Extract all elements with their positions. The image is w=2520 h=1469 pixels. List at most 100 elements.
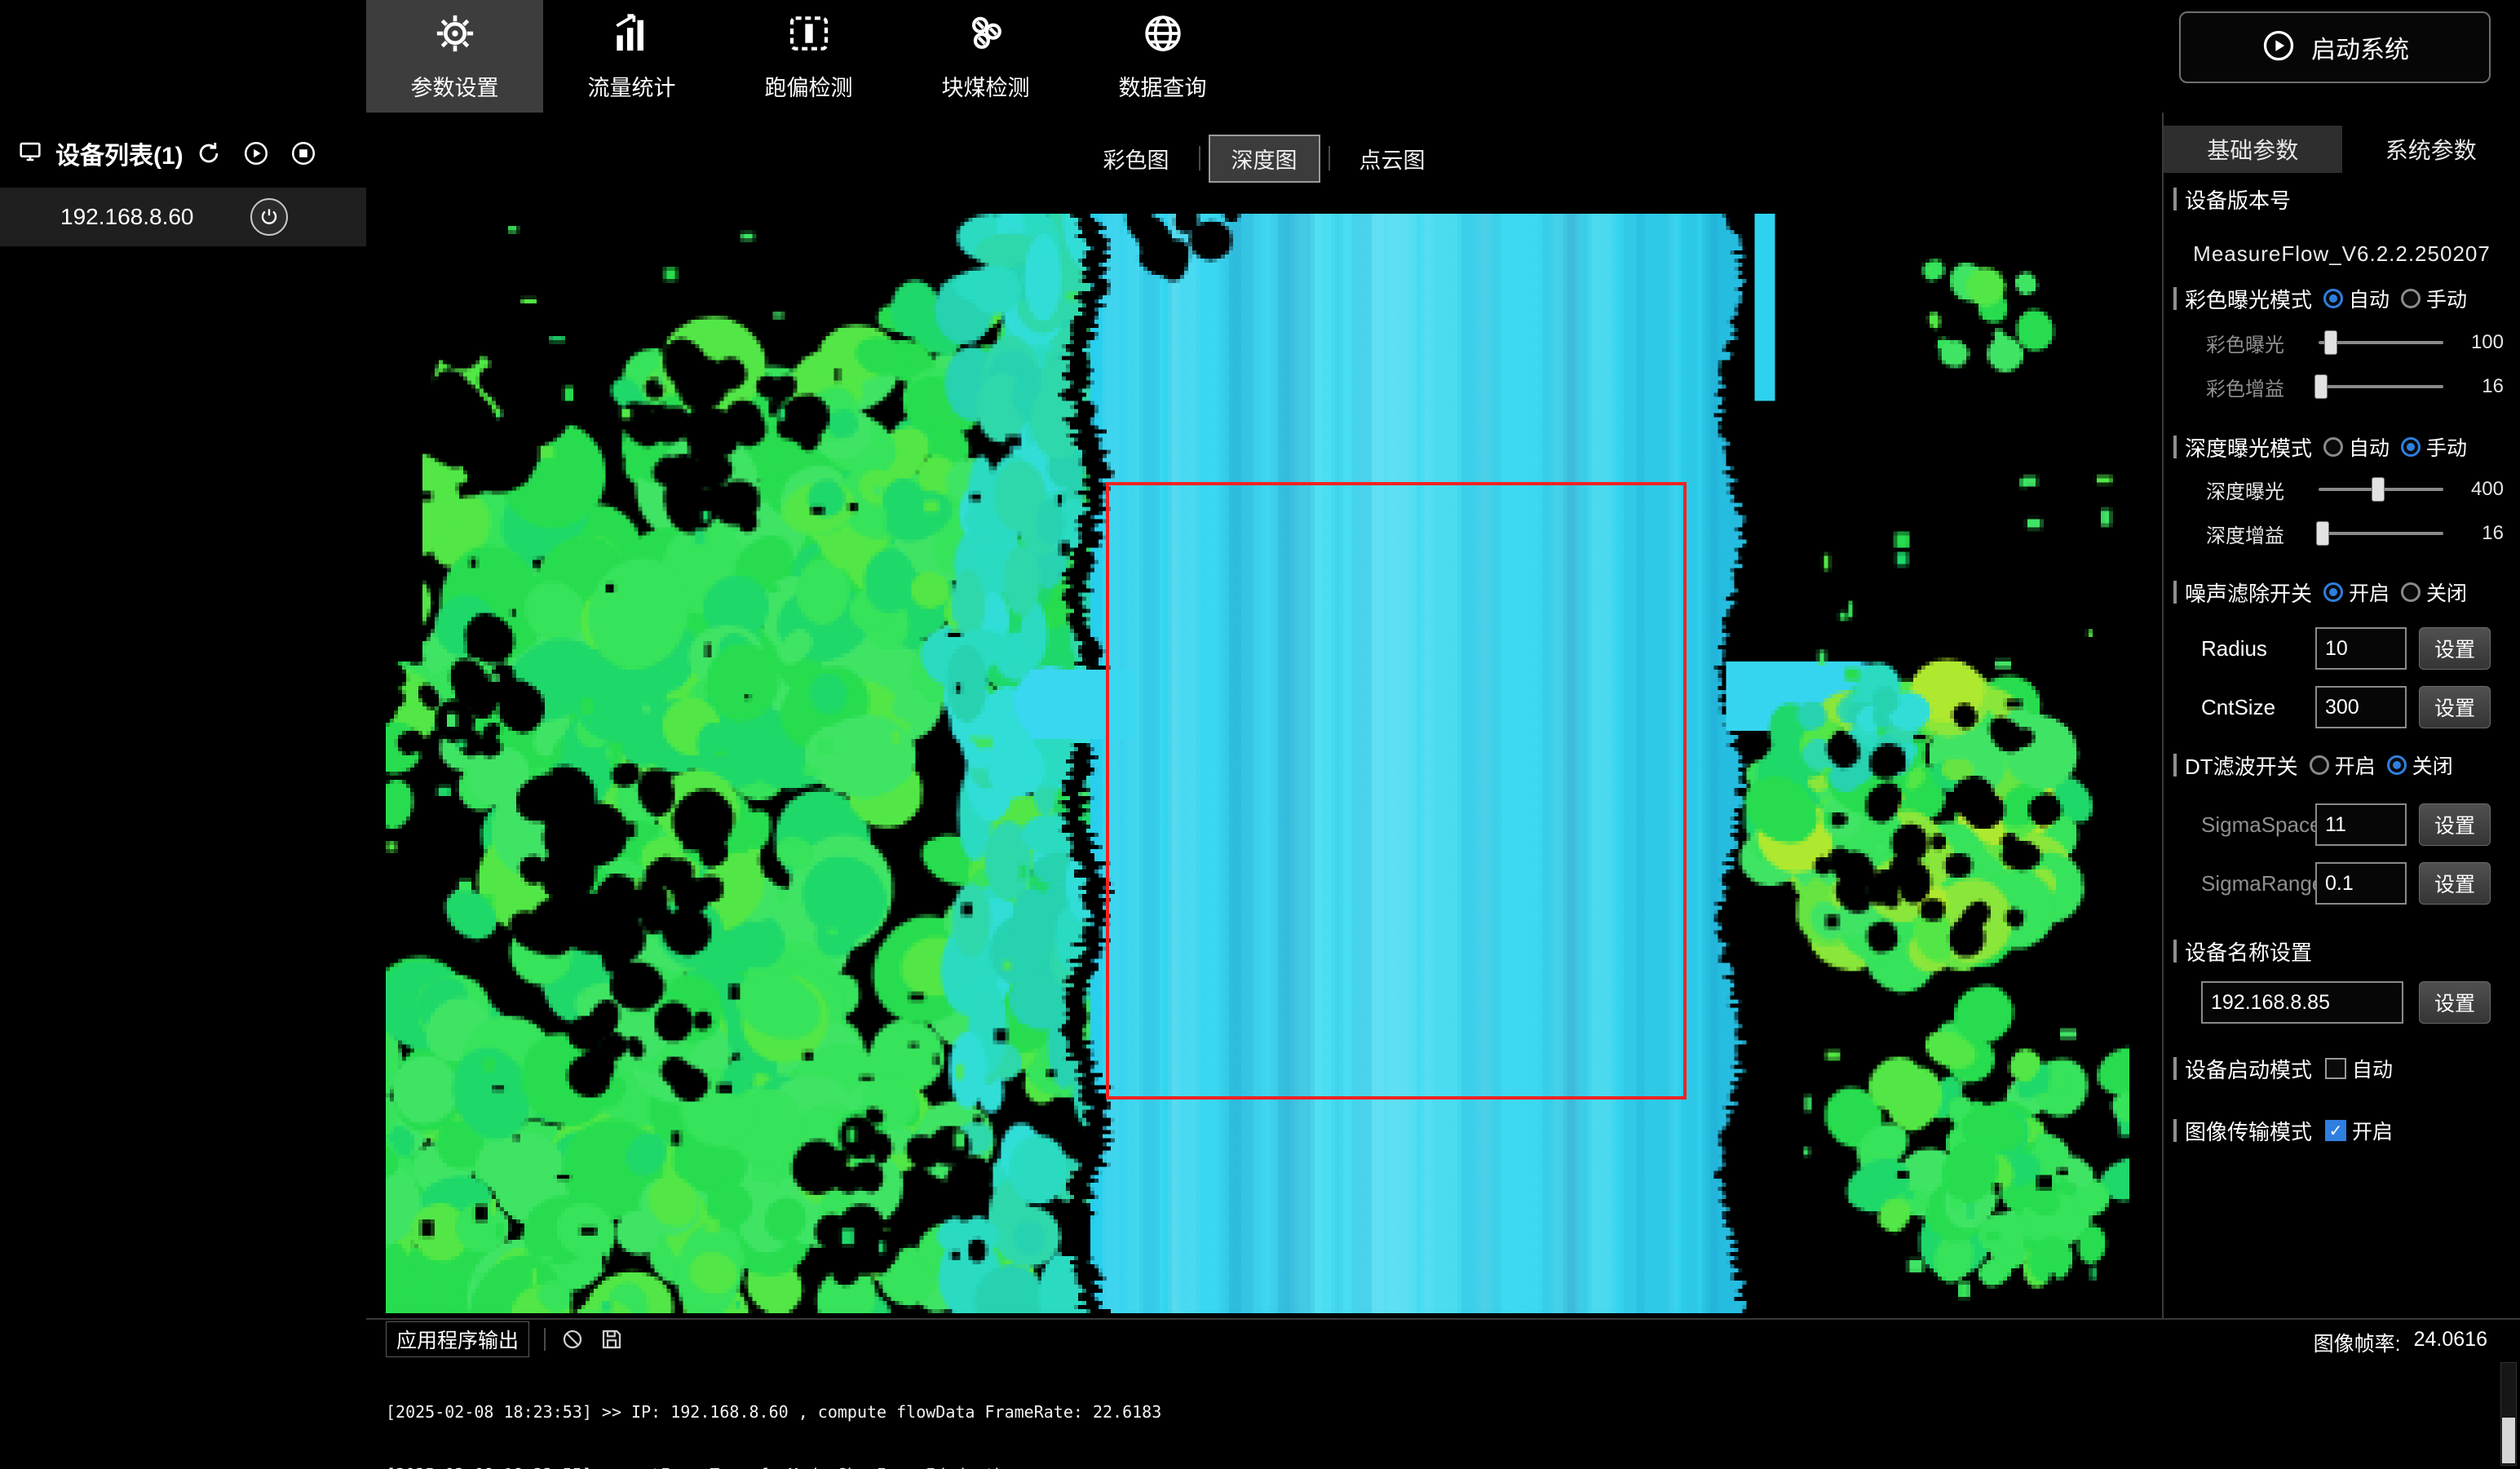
cntsize-set-button[interactable]: 设置: [2419, 686, 2491, 728]
parameter-panel: 基础参数 系统参数 设备版本号 MeasureFlow_V6.2.2.25020…: [2162, 113, 2520, 1318]
log-scrollbar-thumb[interactable]: [2502, 1418, 2515, 1463]
color-exposure-auto-label: 自动: [2349, 284, 2390, 313]
sigmaspace-set-button[interactable]: 设置: [2419, 803, 2491, 846]
color-exposure-auto-radio[interactable]: [2323, 289, 2343, 308]
app-window: 参数设置 流量统计 跑偏检测 块煤检测 数据查询: [0, 0, 2520, 1469]
tab-separator: [1329, 146, 1330, 170]
log-title-tab[interactable]: 应用程序输出: [386, 1321, 529, 1357]
start-mode-auto-checkbox[interactable]: [2325, 1058, 2346, 1079]
depth-gain-label: 深度增益: [2206, 520, 2306, 548]
color-exposure-slider[interactable]: [2319, 341, 2443, 344]
device-name-row: 设置: [2164, 980, 2520, 1024]
log-separator: [544, 1328, 546, 1351]
noise-filter-on-radio[interactable]: [2323, 582, 2343, 602]
radius-label: Radius: [2201, 636, 2315, 661]
cntsize-row: CntSize 设置: [2164, 685, 2520, 729]
toolbar-item-flow-statistics[interactable]: 流量统计: [543, 0, 720, 113]
device-name-section: 设备名称设置: [2164, 933, 2520, 969]
device-power-button[interactable]: [250, 198, 288, 236]
dt-filter-label: DT滤波开关: [2185, 750, 2298, 781]
transfer-mode-on-label: 开启: [2352, 1116, 2393, 1145]
globe-icon: [1140, 11, 1186, 60]
refresh-icon[interactable]: [195, 139, 223, 167]
framerate-value: 24.0616: [2414, 1328, 2487, 1357]
tab-basic-params[interactable]: 基础参数: [2164, 126, 2342, 173]
toolbar-item-deviation-detection[interactable]: 跑偏检测: [720, 0, 897, 113]
noise-filter-off-radio[interactable]: [2401, 582, 2421, 602]
clear-log-icon[interactable]: [560, 1327, 585, 1352]
device-list-icon: [16, 138, 44, 170]
sigmarange-set-button[interactable]: 设置: [2419, 862, 2491, 905]
sigmarange-input[interactable]: [2315, 862, 2407, 905]
color-gain-slider[interactable]: [2319, 385, 2443, 388]
depth-exposure-auto-radio[interactable]: [2323, 437, 2343, 457]
depth-exposure-slider[interactable]: [2319, 488, 2443, 491]
save-log-icon[interactable]: [599, 1327, 624, 1352]
tab-color-image[interactable]: 彩色图: [1082, 136, 1191, 181]
stop-all-icon[interactable]: [290, 139, 317, 167]
accent-bar: [2173, 1057, 2177, 1080]
depth-exposure-value: 400: [2456, 478, 2504, 501]
parameter-panel-tabs: 基础参数 系统参数: [2164, 126, 2520, 173]
coal-lumps-icon: [963, 11, 1009, 60]
color-gain-slider-handle[interactable]: [2314, 374, 2328, 399]
depth-image-viewport: [386, 214, 2129, 1313]
device-ip-label: 192.168.8.60: [60, 204, 194, 230]
depth-exposure-manual-radio[interactable]: [2401, 437, 2421, 457]
cntsize-input[interactable]: [2315, 686, 2407, 728]
toolbar-item-parameter-settings[interactable]: 参数设置: [366, 0, 543, 113]
color-exposure-slider-handle[interactable]: [2324, 330, 2337, 355]
toolbar-item-label: 数据查询: [1119, 70, 1207, 102]
log-line: [2025-02-08 18:23:53] >> IP: 192.168.8.6…: [386, 1402, 2520, 1423]
device-list-header: 设备列表(1): [0, 131, 366, 176]
device-name-input[interactable]: [2201, 981, 2403, 1024]
device-version-value: MeasureFlow_V6.2.2.250207: [2164, 241, 2520, 267]
depth-exposure-auto-label: 自动: [2349, 432, 2390, 462]
color-gain-slider-row: 彩色增益 16: [2164, 370, 2520, 403]
dt-filter-off-label: 关闭: [2412, 750, 2453, 780]
depth-exposure-label: 深度曝光: [2206, 476, 2306, 504]
dt-filter-off-radio[interactable]: [2387, 755, 2407, 775]
radius-set-button[interactable]: 设置: [2419, 627, 2491, 670]
dt-filter-on-radio[interactable]: [2310, 755, 2329, 775]
color-exposure-manual-label: 手动: [2426, 284, 2467, 313]
noise-filter-label: 噪声滤除开关: [2185, 577, 2312, 608]
noise-filter-off-label: 关闭: [2426, 577, 2467, 607]
framerate-label: 图像帧率:: [2314, 1328, 2401, 1357]
toolbar-item-data-query[interactable]: 数据查询: [1074, 0, 1251, 113]
device-version-section: 设备版本号: [2164, 181, 2520, 217]
sigmaspace-label: SigmaSpace: [2201, 812, 2315, 838]
image-view-tabs: 彩色图 深度图 点云图: [366, 135, 2162, 181]
application-output-panel: 应用程序输出 图像帧率: 24.0616 [2025-02-08 18:23:5…: [366, 1318, 2520, 1469]
tab-system-params[interactable]: 系统参数: [2342, 126, 2520, 173]
roi-rectangle[interactable]: [1106, 482, 1687, 1100]
transfer-mode-on-checkbox[interactable]: [2325, 1120, 2346, 1141]
log-lines: [2025-02-08 18:23:53] >> IP: 192.168.8.6…: [366, 1359, 2520, 1469]
depth-gain-slider-row: 深度增益 16: [2164, 517, 2520, 550]
depth-exposure-manual-label: 手动: [2426, 432, 2467, 462]
accent-bar: [2173, 287, 2177, 310]
start-system-button[interactable]: 启动系统: [2179, 11, 2491, 83]
tab-pointcloud-image[interactable]: 点云图: [1338, 136, 1447, 181]
toolbar-item-label: 块煤检测: [942, 70, 1030, 102]
toolbar-item-coal-detection[interactable]: 块煤检测: [897, 0, 1074, 113]
device-name-set-button[interactable]: 设置: [2419, 981, 2491, 1024]
device-list-actions: [195, 139, 356, 167]
device-list-item[interactable]: 192.168.8.60: [0, 188, 366, 246]
depth-gain-slider-handle[interactable]: [2316, 521, 2329, 546]
color-exposure-value: 100: [2456, 331, 2504, 354]
color-exposure-slider-row: 彩色曝光 100: [2164, 326, 2520, 359]
sigmaspace-input[interactable]: [2315, 803, 2407, 846]
depth-gain-slider[interactable]: [2319, 532, 2443, 535]
device-name-label: 设备名称设置: [2185, 936, 2312, 967]
color-exposure-manual-radio[interactable]: [2401, 289, 2421, 308]
play-all-icon[interactable]: [242, 139, 270, 167]
deviation-detect-icon: [786, 11, 832, 60]
radius-input[interactable]: [2315, 627, 2407, 670]
log-scrollbar[interactable]: [2500, 1362, 2517, 1466]
start-mode-label: 设备启动模式: [2185, 1054, 2312, 1084]
depth-exposure-slider-handle[interactable]: [2372, 477, 2385, 502]
tab-depth-image[interactable]: 深度图: [1209, 135, 1320, 183]
device-list-title: 设备列表(1): [55, 135, 183, 171]
bar-chart-icon: [609, 11, 655, 60]
